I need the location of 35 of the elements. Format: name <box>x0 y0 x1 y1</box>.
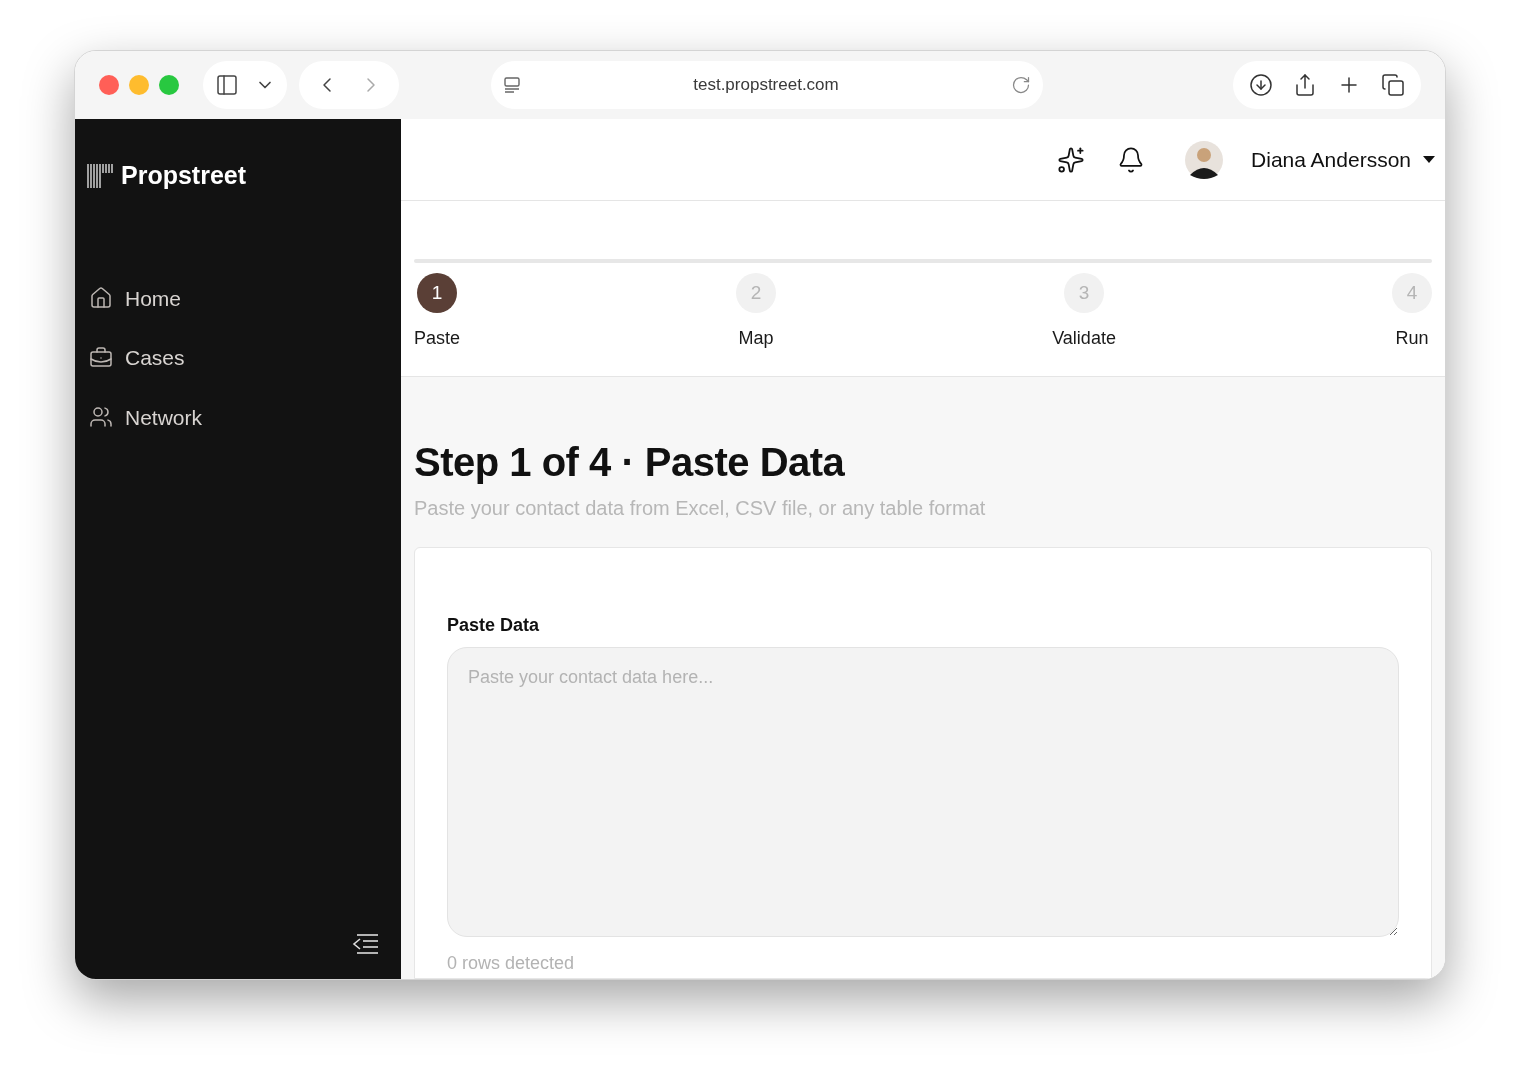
page-title: Step 1 of 4 · Paste Data <box>414 439 846 486</box>
brand-name: Propstreet <box>121 160 247 191</box>
users-icon <box>89 405 113 430</box>
step-number: 1 <box>417 273 457 313</box>
download-icon[interactable] <box>1249 73 1273 97</box>
input-field[interactable]: Paste your contact data here... <box>447 647 1399 937</box>
step-label: Validate <box>1052 327 1116 350</box>
user-menu[interactable]: Diana Andersson <box>1185 140 1435 179</box>
page-subtitle: Paste your contact data from Excel, CSV file, or any table format <box>414 496 987 521</box>
sparkles-icon[interactable] <box>1057 145 1086 174</box>
briefcase-icon <box>89 345 113 370</box>
sidebar-toggle-icon[interactable] <box>215 73 239 97</box>
step-number: 4 <box>1392 273 1432 313</box>
share-icon[interactable] <box>1293 73 1317 97</box>
step-label: Paste <box>414 327 461 350</box>
nav-item[interactable]: Network <box>89 401 401 433</box>
step-number: 3 <box>1064 273 1105 313</box>
step-number: 2 <box>736 273 777 313</box>
home-icon <box>89 286 113 311</box>
step-label: Run <box>1395 327 1429 350</box>
step-label: Map <box>738 327 774 350</box>
reload-icon[interactable] <box>1011 75 1031 95</box>
caret-icon <box>1423 155 1435 164</box>
page-menu-icon[interactable] <box>503 76 521 94</box>
close-window-button[interactable] <box>99 75 119 95</box>
avatar <box>1185 140 1224 179</box>
url-text: test.propstreet.com <box>692 74 840 97</box>
nav-item[interactable]: Cases <box>89 342 401 374</box>
rows-detected-text: 0 rows detected <box>447 952 576 975</box>
field-label: Paste Data <box>447 614 541 637</box>
nav-item[interactable]: Home <box>89 282 401 314</box>
address-bar[interactable]: test.propstreet.com <box>491 61 1043 109</box>
collapse-sidebar-icon[interactable] <box>351 933 379 955</box>
logo-icon <box>87 162 113 189</box>
tabs-overview-icon[interactable] <box>1381 73 1405 97</box>
